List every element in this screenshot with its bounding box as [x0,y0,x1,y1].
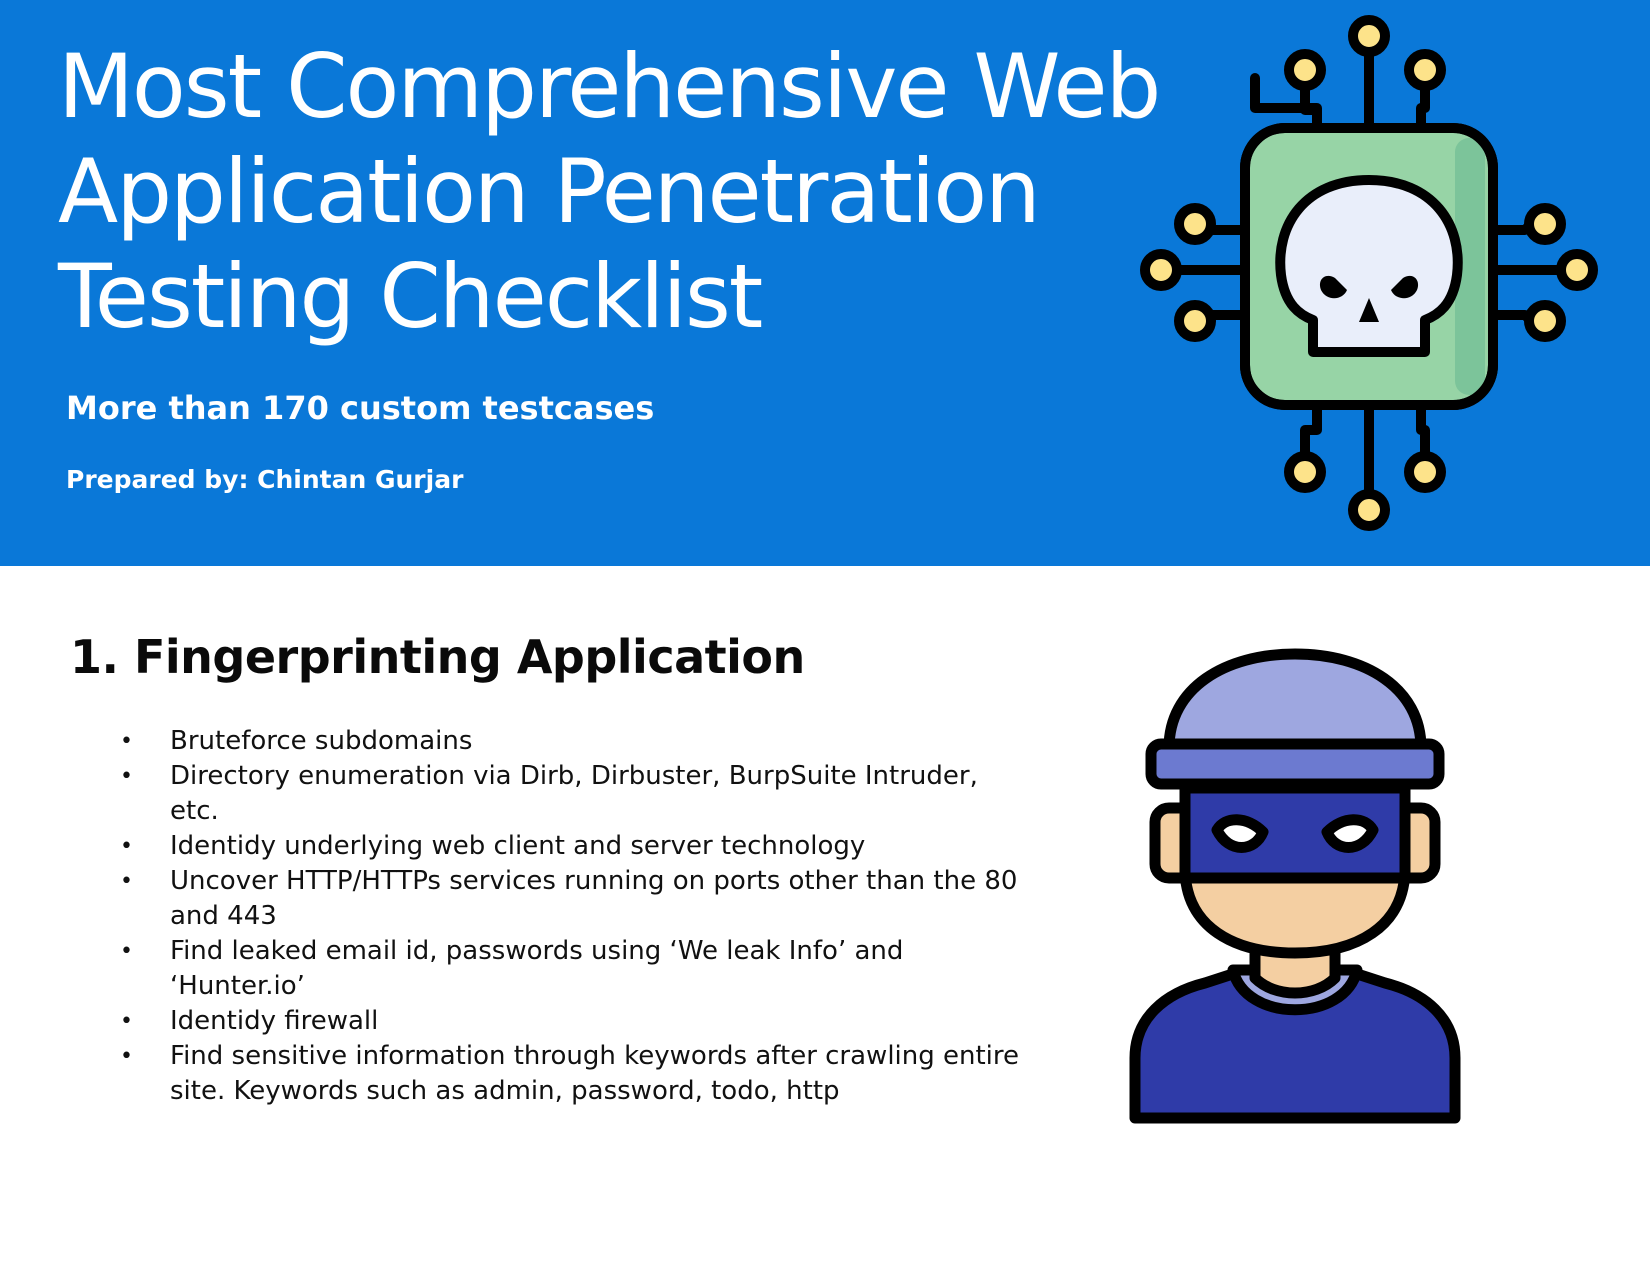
bullet: • [120,729,133,754]
list-item-text: Uncover HTTP/HTTPs services running on p… [170,866,1018,931]
chip-skull-icon [1140,15,1598,531]
list-item: • Directory enumeration via Dirb, Dirbust… [120,759,1020,829]
list-item: • Find leaked email id, passwords using ‘… [120,934,1020,1004]
list-item-text: Identidy underlying web client and serve… [170,831,866,861]
title-line-3: Testing Checklist [58,245,763,348]
author-credit: Prepared by: Chintan Gurjar [66,465,464,494]
list-item: • Identidy firewall [120,1004,1020,1039]
list-item-text: Identidy firewall [170,1006,379,1036]
hacker-icon [1129,648,1461,1124]
list-item-text: Bruteforce subdomains [170,726,473,756]
list-item-text: Find sensitive information through keywo… [170,1041,1020,1106]
list-item: • Find sensitive information through keyw… [120,1039,1020,1109]
list-item-text: Find leaked email id, passwords using ‘W… [170,936,904,1001]
subtitle: More than 170 custom testcases [66,389,655,427]
list-item: • Uncover HTTP/HTTPs services running on … [120,864,1020,934]
title-line-2: Application Penetration [58,140,1041,243]
bullet: • [120,1009,133,1034]
list-item: • Bruteforce subdomains [120,724,1020,759]
section-heading: 1. Fingerprinting Application [70,630,805,684]
bullet: • [120,764,133,789]
title-line-1: Most Comprehensive Web [58,35,1161,138]
fingerprinting-checklist: • Bruteforce subdomains • Directory enumer… [120,724,1020,1109]
list-item: • Identidy underlying web client and serv… [120,829,1020,864]
bullet: • [120,834,133,859]
page-title: Most Comprehensive Web Application Penet… [58,34,1238,349]
bullet: • [120,869,133,894]
bullet: • [120,1044,133,1069]
header-banner: Most Comprehensive Web Application Penet… [0,0,1650,566]
list-item-text: Directory enumeration via Dirb, Dirbuste… [170,761,978,826]
bullet: • [120,939,133,964]
